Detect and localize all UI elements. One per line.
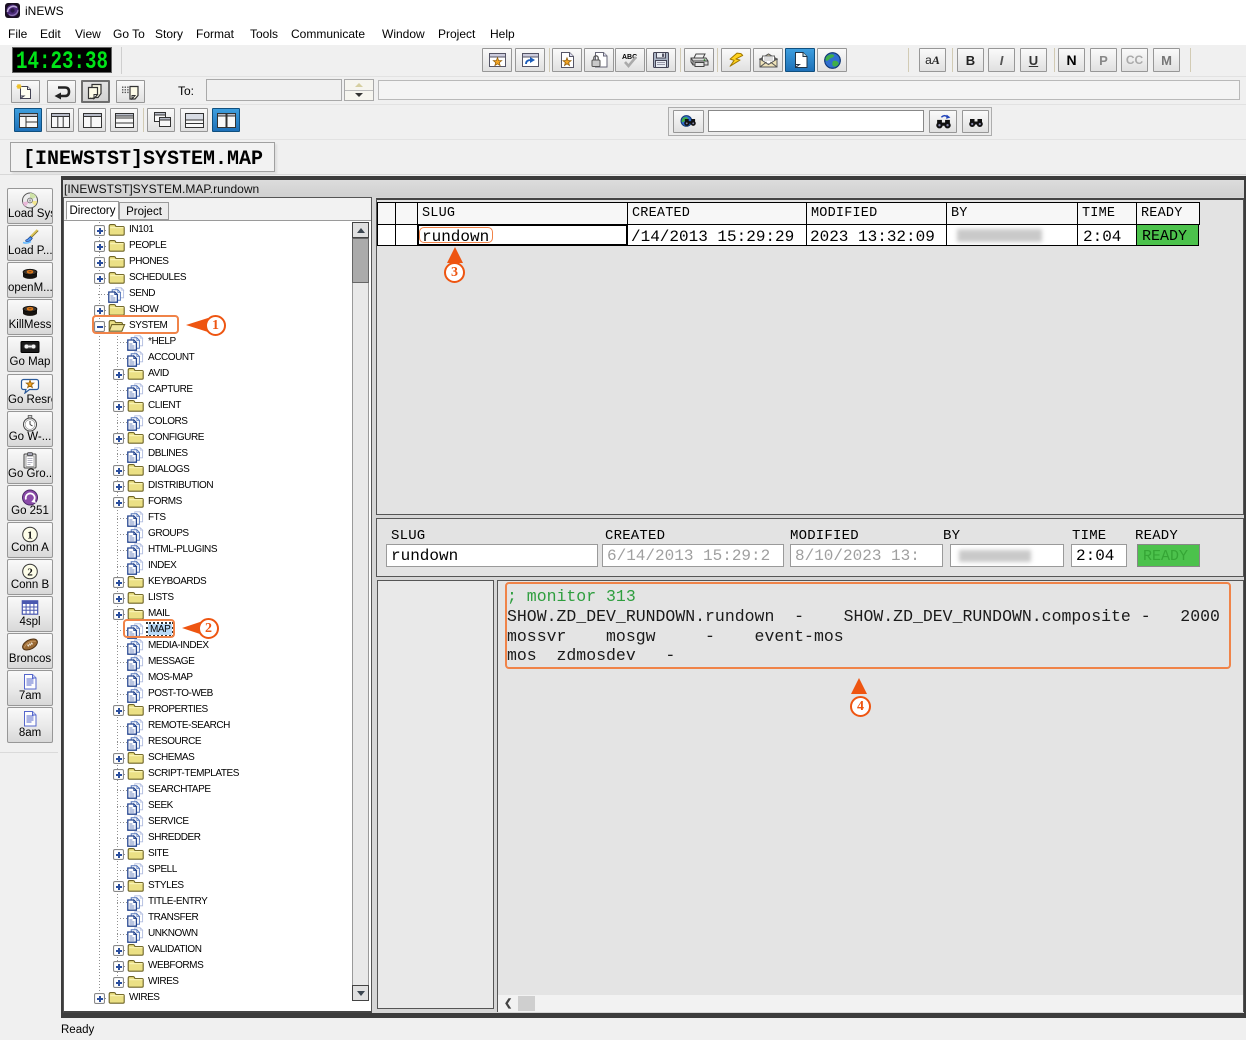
svg-text:1: 1 <box>27 529 33 541</box>
svg-text:2: 2 <box>27 566 33 578</box>
svg-text:14:23:38: 14:23:38 <box>16 48 108 72</box>
